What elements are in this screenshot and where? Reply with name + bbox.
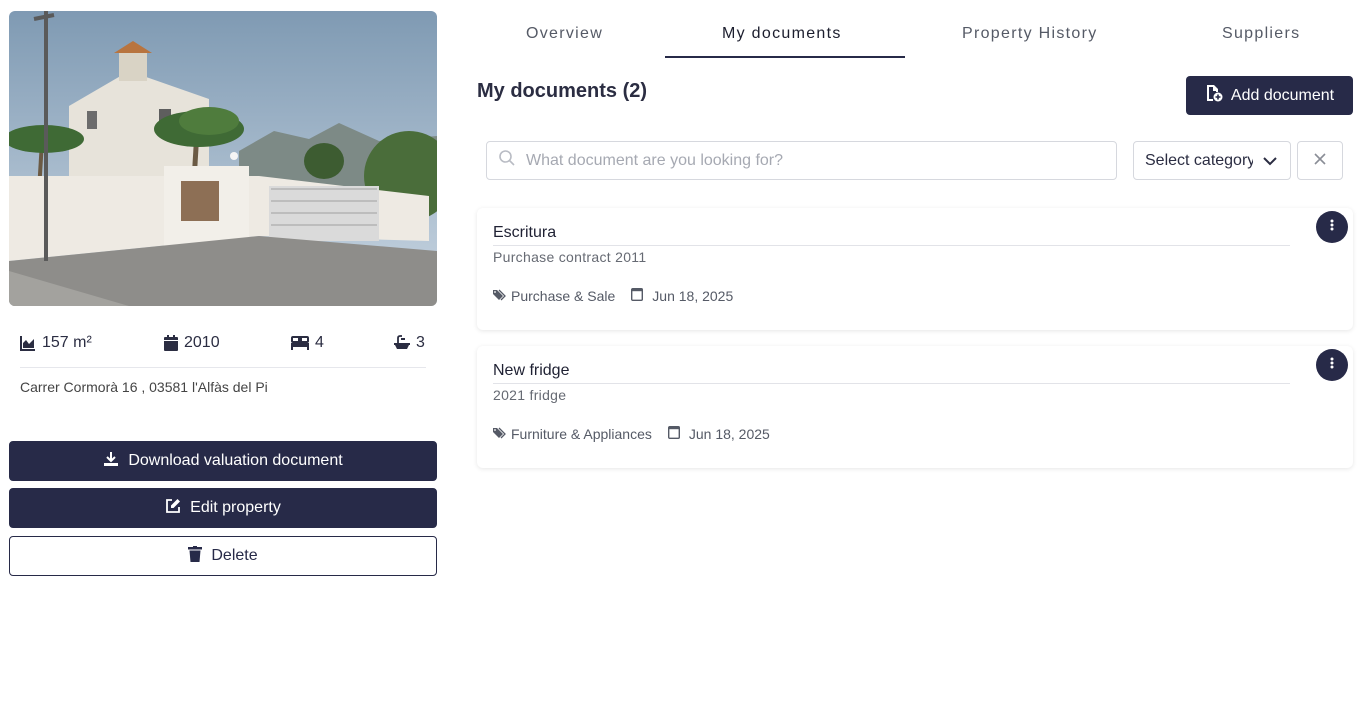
- bedrooms-value: 4: [315, 334, 324, 351]
- document-card[interactable]: New fridge 2021 fridge Furniture & Appli…: [477, 346, 1353, 468]
- document-meta: Purchase & Sale Jun 18, 2025: [493, 287, 733, 304]
- calendar-icon: [631, 287, 644, 304]
- category-select[interactable]: Select category: [1133, 141, 1291, 180]
- document-subtitle: 2021 fridge: [493, 387, 567, 403]
- download-valuation-button[interactable]: Download valuation document: [9, 441, 437, 481]
- search-input[interactable]: [526, 151, 1086, 170]
- tab-overview[interactable]: Overview: [526, 25, 603, 43]
- more-vertical-icon: [1330, 356, 1334, 374]
- section-title: My documents (2): [477, 80, 648, 102]
- document-search: [486, 141, 1117, 180]
- tab-suppliers[interactable]: Suppliers: [1222, 25, 1300, 43]
- clear-filters-button[interactable]: [1297, 141, 1343, 180]
- more-vertical-icon: [1330, 218, 1334, 236]
- document-meta: Furniture & Appliances Jun 18, 2025: [493, 425, 770, 442]
- calendar-icon: [667, 425, 680, 442]
- bathrooms-value: 3: [416, 334, 425, 351]
- category-select-value: Select category: [1145, 151, 1253, 169]
- tab-my-documents[interactable]: My documents: [722, 25, 842, 43]
- active-tab-indicator: [665, 56, 905, 58]
- delete-label: Delete: [211, 547, 258, 564]
- bath-icon: [394, 335, 410, 351]
- document-subtitle: Purchase contract 2011: [493, 249, 647, 265]
- property-stats: 157 m² 2010 4 3: [20, 334, 426, 368]
- add-document-button[interactable]: Add document: [1186, 76, 1353, 115]
- bed-icon: [291, 336, 309, 350]
- tab-bar: Overview My documents Property History S…: [477, 0, 1353, 58]
- property-address: Carrer Cormorà 16 , 03581 l'Alfàs del Pi: [20, 379, 268, 395]
- document-options-button[interactable]: [1316, 349, 1348, 381]
- tags-icon: [493, 426, 507, 442]
- document-card[interactable]: Escritura Purchase contract 2011 Purchas…: [477, 208, 1353, 330]
- edit-property-button[interactable]: Edit property: [9, 488, 437, 528]
- tab-property-history[interactable]: Property History: [962, 25, 1098, 43]
- search-icon: [498, 149, 516, 172]
- calendar-icon: [164, 335, 178, 351]
- trash-icon: [188, 545, 203, 567]
- document-date: Jun 18, 2025: [652, 287, 734, 304]
- document-title: New fridge: [493, 362, 1290, 384]
- bedrooms-stat: 4: [291, 334, 324, 352]
- edit-icon: [165, 498, 181, 519]
- download-valuation-label: Download valuation document: [128, 452, 343, 469]
- year-value: 2010: [184, 334, 220, 351]
- document-category: Purchase & Sale: [511, 287, 616, 304]
- document-title: Escritura: [493, 224, 1290, 246]
- area-chart-icon: [20, 335, 36, 351]
- bathrooms-stat: 3: [394, 334, 425, 352]
- file-add-icon: [1205, 84, 1223, 107]
- area-value: 157 m²: [42, 334, 92, 351]
- document-category: Furniture & Appliances: [511, 425, 652, 442]
- close-icon: [1314, 152, 1326, 170]
- download-icon: [103, 451, 119, 472]
- document-options-button[interactable]: [1316, 211, 1348, 243]
- edit-property-label: Edit property: [190, 499, 281, 516]
- area-stat: 157 m²: [20, 334, 92, 352]
- document-date: Jun 18, 2025: [688, 425, 770, 442]
- add-document-label: Add document: [1230, 86, 1335, 104]
- delete-property-button[interactable]: Delete: [9, 536, 437, 576]
- property-photo: [9, 11, 437, 306]
- tags-icon: [493, 288, 507, 304]
- year-stat: 2010: [164, 334, 220, 352]
- chevron-down-icon: [1262, 153, 1278, 174]
